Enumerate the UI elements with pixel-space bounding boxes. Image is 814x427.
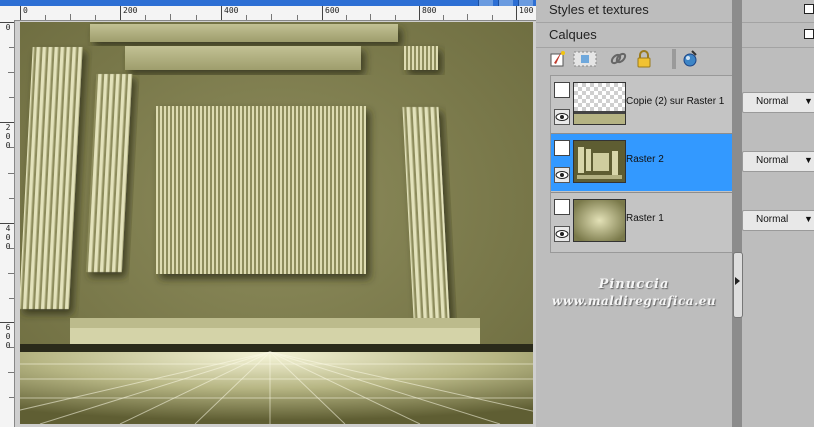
dock-toggle-icon[interactable]: [804, 4, 814, 14]
layer-thumbnail: [573, 82, 626, 125]
toolbar-separator: [672, 49, 676, 69]
expand-arrow-icon: [735, 277, 740, 285]
vruler-label-200-a: 2: [5, 123, 11, 132]
visibility-eye-icon[interactable]: [554, 167, 570, 183]
ruler-label-200: 200: [123, 6, 138, 15]
layer-thumbnail: [573, 140, 626, 183]
panel-splitter-track[interactable]: [732, 0, 742, 427]
horizontal-ruler: 0 200 400 600 800 100: [0, 6, 536, 21]
watermark-author: Pinuccia: [598, 277, 670, 292]
image-canvas-area[interactable]: 0 200 400 600 800 100 0 2 0 0 4 0 0 6 0 …: [0, 0, 536, 427]
chevron-down-icon: ▼: [804, 214, 813, 224]
ruler-label-800: 800: [422, 6, 437, 15]
chevron-down-icon: ▼: [804, 96, 813, 106]
panel-splitter-handle[interactable]: [733, 252, 743, 318]
styles-panel-header[interactable]: Styles et textures: [536, 0, 814, 23]
ruler-label-0: 0: [23, 6, 28, 15]
layer-type-icon[interactable]: [554, 82, 570, 98]
new-raster-layer-icon[interactable]: [548, 49, 568, 69]
vruler-label-400-b: 0: [5, 233, 11, 242]
blend-mode-value: Normal: [756, 214, 789, 225]
watermark: Pinuccia www.maldiregrafica.eu: [544, 276, 724, 310]
right-docked-panel: Styles et textures Calques Copie (2) sur…: [536, 0, 814, 427]
styles-panel-title: Styles et textures: [549, 2, 649, 17]
lock-icon[interactable]: [634, 49, 654, 69]
blend-mode-select[interactable]: Normal ▼: [742, 210, 814, 231]
vruler-label-600-a: 6: [5, 323, 11, 332]
ruler-label-1000: 100: [519, 6, 534, 15]
layer-row-raster-1[interactable]: Raster 1: [551, 193, 737, 250]
vertical-ruler: 0 2 0 0 4 0 0 6 0 0: [0, 20, 15, 427]
layer-name[interactable]: Raster 1: [626, 213, 664, 224]
layer-thumbnail: [573, 199, 626, 242]
artwork-image[interactable]: [20, 22, 533, 424]
vruler-label-600-c: 0: [5, 341, 11, 350]
vruler-label-0: 0: [5, 23, 11, 32]
vruler-label-200-c: 0: [5, 141, 11, 150]
layer-name[interactable]: Raster 2: [626, 154, 664, 165]
blend-mode-value: Normal: [756, 155, 789, 166]
ruler-label-600: 600: [325, 6, 340, 15]
layer-name[interactable]: Copie (2) sur Raster 1: [626, 96, 724, 107]
layer-row-copie-2[interactable]: Copie (2) sur Raster 1: [551, 76, 737, 133]
layers-panel-header[interactable]: Calques: [536, 25, 814, 48]
vruler-label-400-c: 0: [5, 242, 11, 251]
layer-mask-icon[interactable]: [572, 49, 597, 69]
watermark-website: www.maldiregrafica.eu: [551, 294, 717, 308]
blend-mode-select[interactable]: Normal ▼: [742, 92, 814, 113]
layer-properties-icon[interactable]: [680, 49, 700, 69]
vruler-label-200-b: 0: [5, 132, 11, 141]
layer-type-icon[interactable]: [554, 140, 570, 156]
visibility-eye-icon[interactable]: [554, 109, 570, 125]
layers-toolbar: [546, 49, 706, 71]
dock-toggle-icon[interactable]: [804, 29, 814, 39]
vruler-label-400-a: 4: [5, 224, 11, 233]
ruler-label-400: 400: [224, 6, 239, 15]
link-icon[interactable]: [608, 49, 628, 69]
chevron-down-icon: ▼: [804, 155, 813, 165]
layer-row-raster-2[interactable]: Raster 2: [551, 134, 737, 191]
layer-type-icon[interactable]: [554, 199, 570, 215]
visibility-eye-icon[interactable]: [554, 226, 570, 242]
vruler-label-600-b: 0: [5, 332, 11, 341]
layers-panel-title: Calques: [549, 27, 597, 42]
layers-list: Copie (2) sur Raster 1 Raster 2 Raster 1: [550, 75, 738, 253]
blend-mode-value: Normal: [756, 96, 789, 107]
blend-mode-select[interactable]: Normal ▼: [742, 151, 814, 172]
